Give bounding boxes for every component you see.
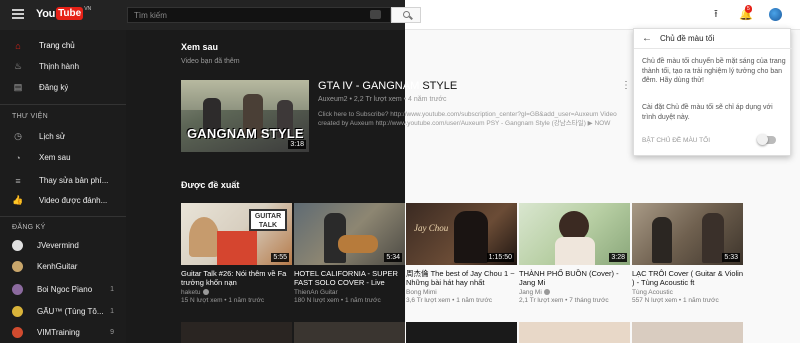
video-card[interactable]: 5:34 HOTEL CALIFORNIA - SUPER FAST SOLO … [294,203,405,304]
video-card[interactable]: GUITAR TALK 5:55 Guitar Talk #26: Nói th… [181,203,292,304]
watch-later-subtitle: Video bạn đã thêm [181,58,240,65]
divider [0,216,126,217]
sidebar-item-history[interactable]: ◷ Lịch sử [0,126,126,147]
sidebar: ⌂ Trang chủ ♨ Thịnh hành ▤ Đăng ký THƯ V… [0,30,126,343]
playlist-icon: ≡ [15,175,21,186]
channel-name[interactable]: Tùng Acoustic [632,289,743,296]
video-thumbnail[interactable]: Jay Chou 1:15:50 [406,203,517,265]
video-thumbnail[interactable] [181,322,292,343]
channel-name[interactable]: ThienAn Guitar [294,289,405,296]
duration-badge: 3:18 [288,140,306,149]
video-card[interactable]: 3:28 THÀNH PHỐ BUỒN (Cover) - Jang Mi Ja… [519,203,630,304]
dark-theme-toggle[interactable] [757,134,776,145]
channel-avatar [12,284,23,295]
popup-note: Cài đặt Chủ đề màu tối sẽ chỉ áp dụng vớ… [642,104,773,121]
search-icon [403,11,410,18]
video-thumbnail[interactable]: 5:34 [294,203,405,265]
video-thumbnail[interactable]: 5:33 [632,203,743,265]
menu-icon[interactable] [12,9,24,19]
thumbs-up-icon: 👍 [12,195,24,205]
recommended-title: Được đề xuất [181,180,240,190]
video-title[interactable]: Guitar Talk #26: Nói thêm về Fa trưởng k… [181,269,292,287]
video-title[interactable]: 周杰倫 The best of Jay Chou 1 ~ Những bài h… [406,269,517,287]
video-stats: 180 N lượt xem • 1 năm trước [294,297,381,304]
divider [0,104,126,105]
video-stats: 15 N lượt xem • 1 năm trước [181,297,265,304]
video-title[interactable]: LẠC TRÔI Cover ( Guitar & Violin ) - Tùn… [632,269,743,287]
verified-icon [543,289,550,296]
video-stats: 557 N lượt xem • 1 năm trước [632,297,719,304]
masthead: You Tube VN Tìm kiếm ⭱ 🔔 5 [0,0,800,30]
history-icon: ◷ [14,131,22,141]
video-thumbnail[interactable] [406,322,517,343]
video-title[interactable]: THÀNH PHỐ BUỒN (Cover) - Jang Mi [519,269,630,287]
sidebar-sub-item[interactable]: KenhGuitar [0,257,126,276]
channel-avatar [12,306,23,317]
account-avatar[interactable] [768,7,783,22]
sidebar-item-liked[interactable]: 👍 Video được đánh... [0,190,126,211]
popup-title: Chủ đề màu tối [660,34,715,43]
youtube-logo[interactable]: You Tube VN [36,6,91,20]
sidebar-item-playlist[interactable]: ≡ Thay sửa bản phí... [0,170,126,191]
back-arrow-icon[interactable]: ← [642,33,652,44]
clock-icon: ◔ [15,152,21,163]
dark-theme-popup: ← Chủ đề màu tối Chủ đề màu tối chuyển b… [633,28,792,156]
video-thumbnail[interactable]: 3:28 [519,203,630,265]
library-heading: THƯ VIỆN [12,113,48,120]
sidebar-item-subscriptions[interactable]: ▤ Đăng ký [0,77,126,98]
verified-icon [202,289,209,296]
video-thumbnail[interactable] [294,322,405,343]
channel-avatar [12,240,23,251]
video-description: Click here to Subscribe? http://www.yout… [318,111,617,127]
video-card[interactable]: Jay Chou 1:15:50 周杰倫 The best of Jay Cho… [406,203,517,304]
sidebar-item-watch-later[interactable]: ◔ Xem sau [0,147,126,168]
video-thumbnail[interactable]: GUITAR TALK 5:55 [181,203,292,265]
video-card[interactable]: 5:33 LẠC TRÔI Cover ( Guitar & Violin ) … [632,203,743,304]
watch-later-title: Xem sau [181,42,219,52]
sidebar-sub-item[interactable]: Boi Ngoc Piano 1 [0,280,126,299]
subscriptions-icon: ▤ [13,82,23,92]
search-button[interactable] [391,7,421,23]
more-vert-icon[interactable]: ⋮ [621,80,631,91]
channel-avatar [12,327,23,338]
video-thumbnail[interactable]: GANGNAM STYLE 3:18 [181,80,309,152]
search-input[interactable]: Tìm kiếm [127,7,391,23]
keyboard-icon[interactable] [370,10,381,19]
dark-theme-toggle-label: BẬT CHỦ ĐỀ MÀU TỐI [642,137,711,144]
notification-badge: 5 [745,5,752,13]
popup-description: Chủ đề màu tối chuyển bề mặt sáng của tr… [642,58,786,84]
sidebar-sub-item[interactable]: GẤU™ (Tùng Tô... 1 [0,302,126,321]
video-stats: 2,1 Tr lượt xem • 7 tháng trước [519,297,609,304]
sidebar-sub-item[interactable]: JVevermind [0,236,126,255]
channel-avatar [12,261,23,272]
channel-name[interactable]: haketu [181,289,292,296]
thumbnail-text: GANGNAM STYLE [187,126,304,141]
sidebar-item-trending[interactable]: ♨ Thịnh hành [0,56,126,77]
video-thumbnail[interactable] [632,322,743,343]
video-title[interactable]: GTA IV - GANGNAM STYLE [318,80,457,92]
sidebar-item-home[interactable]: ⌂ Trang chủ [0,35,126,56]
video-stats: 3,6 Tr lượt xem • 1 năm trước [406,297,492,304]
home-icon: ⌂ [15,40,21,51]
channel-name[interactable]: Jang Mi [519,289,630,296]
video-title[interactable]: HOTEL CALIFORNIA - SUPER FAST SOLO COVER… [294,269,405,287]
sidebar-sub-item[interactable]: VIMTraining 9 [0,323,126,342]
flame-icon: ♨ [13,61,23,71]
channel-name[interactable]: Bong Mimi [406,289,517,296]
video-meta: Auxeum2 • 2,2 Tr lượt xem • 4 năm trước [318,96,447,103]
video-thumbnail[interactable] [519,322,630,343]
subscriptions-heading: ĐĂNG KÝ [12,224,46,231]
upload-icon[interactable]: ⭱ [714,9,724,21]
